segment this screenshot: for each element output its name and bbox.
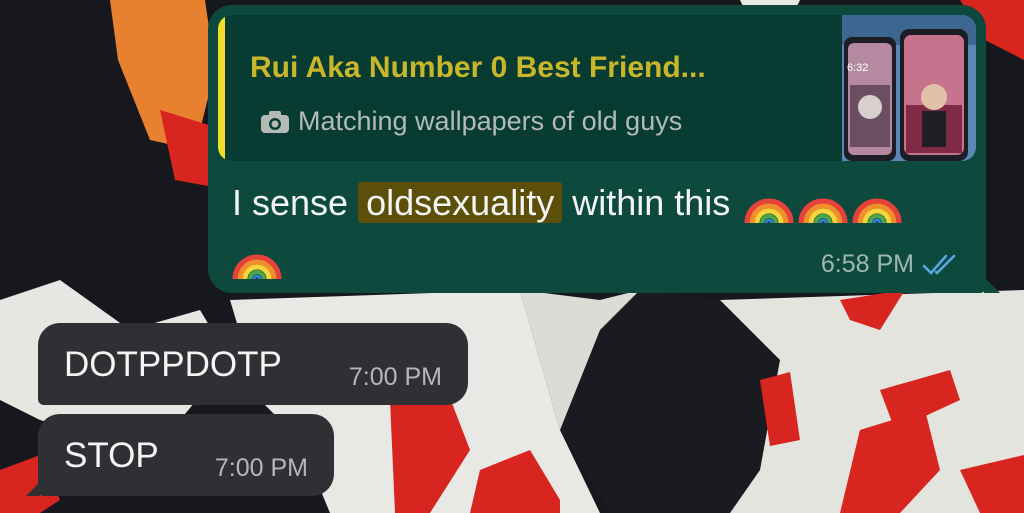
rainbow-emoji (852, 198, 902, 224)
rainbow-emoji (232, 254, 282, 280)
camera-icon (261, 110, 289, 133)
message-time: 7:00 PM (214, 454, 308, 482)
quote-thumbnail-image[interactable]: 6:32 (842, 15, 976, 161)
rainbow-emoji (798, 198, 848, 224)
bubble-tail (984, 277, 1000, 293)
incoming-message-bubble[interactable]: DOTPPDOTP 7:00 PM (38, 323, 468, 405)
outgoing-message-bubble[interactable]: Rui Aka Number 0 Best Friend... Matching… (208, 5, 1000, 293)
phones-image: 6:32 (842, 15, 976, 161)
message-time: 6:58 PM (820, 250, 914, 278)
message-text-before: I sense (232, 182, 349, 223)
quote-author: Rui Aka Number 0 Best Friend... (250, 51, 706, 84)
search-highlight: oldsexuality (358, 182, 563, 223)
rainbow-emoji (744, 198, 794, 224)
quote-subtitle-row: Matching wallpapers of old guys (260, 106, 682, 137)
message-meta: 6:58 PM (821, 250, 960, 279)
quote-accent-bar (218, 15, 225, 161)
quote-subtitle: Matching wallpapers of old guys (298, 106, 683, 136)
message-text: STOP (64, 436, 159, 475)
message-text: DOTPPDOTP (64, 345, 282, 384)
bubble-tail (26, 482, 40, 496)
quoted-reply[interactable]: Rui Aka Number 0 Best Friend... Matching… (218, 15, 976, 161)
message-text-after: within this (572, 182, 731, 223)
read-ticks-icon (922, 254, 956, 275)
message-time: 7:00 PM (348, 363, 442, 391)
thumb-time-text: 6:32 (847, 62, 868, 74)
incoming-message-bubble[interactable]: STOP 7:00 PM (26, 414, 334, 496)
